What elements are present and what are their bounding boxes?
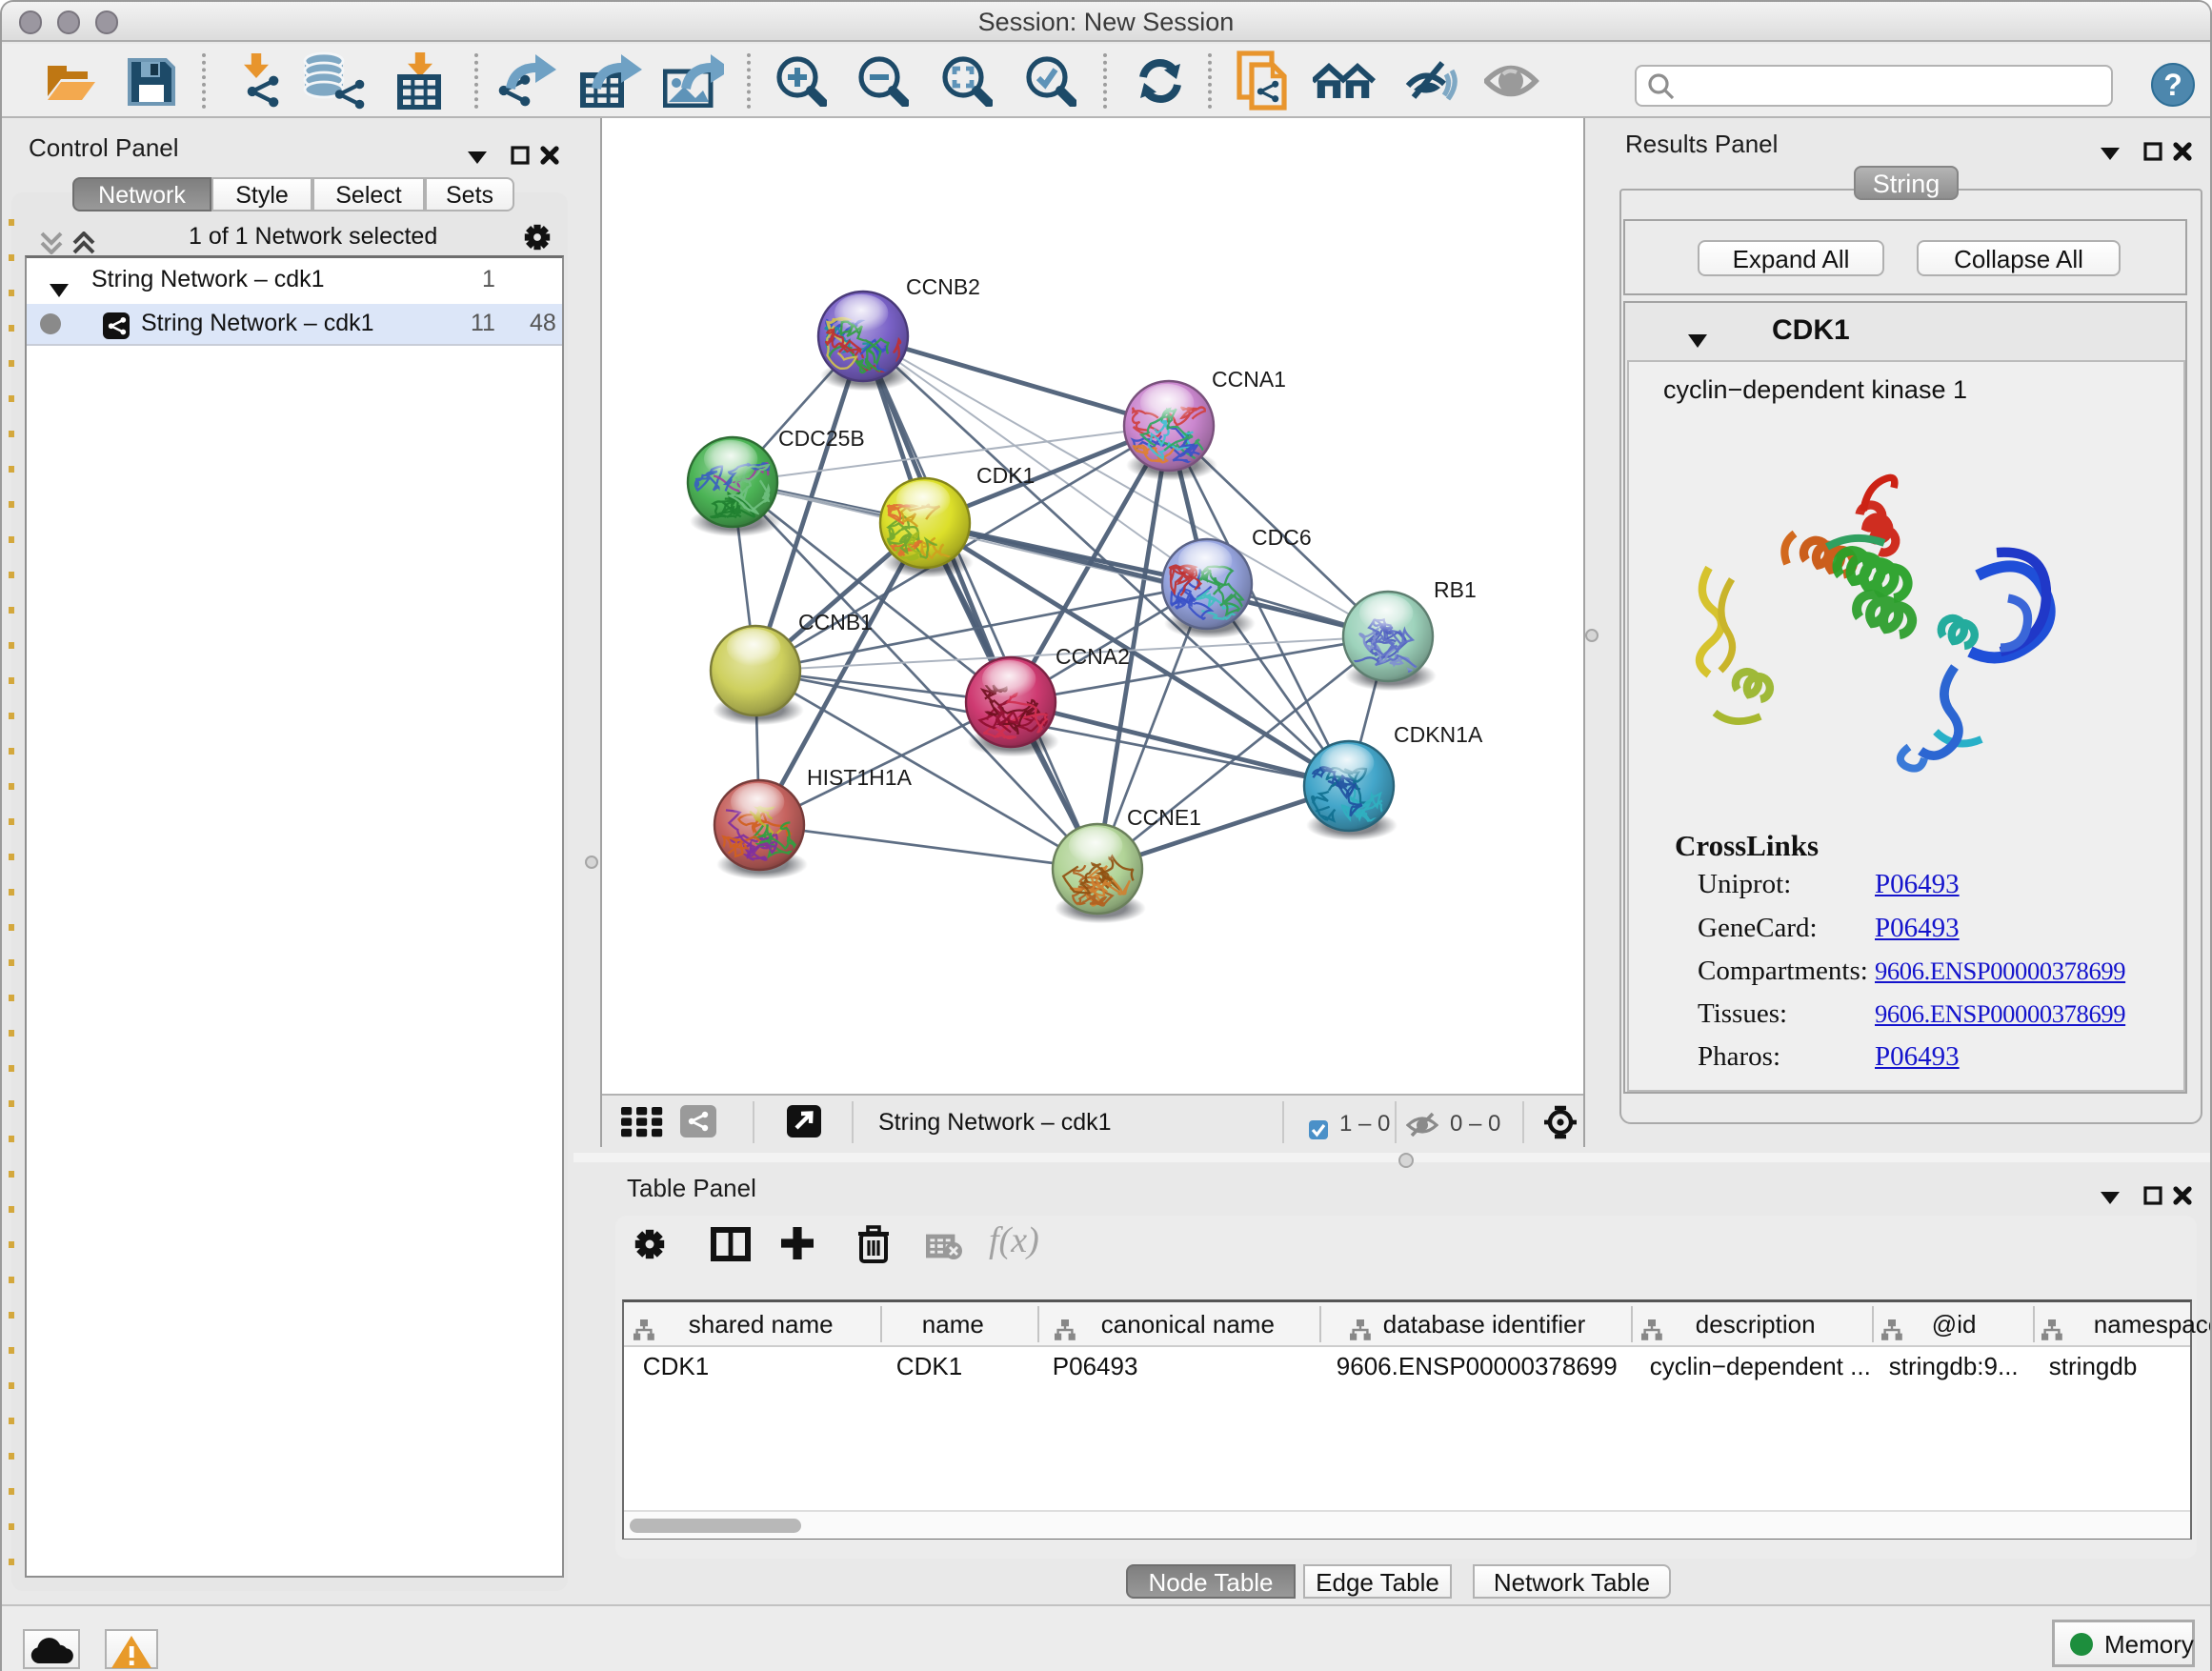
svg-text:CDC25B: CDC25B <box>778 426 865 451</box>
svg-text:CCNB1: CCNB1 <box>798 610 873 634</box>
svg-text:CDK1: CDK1 <box>976 463 1035 488</box>
svg-text:CDC6: CDC6 <box>1252 525 1312 550</box>
svg-text:CCNB2: CCNB2 <box>906 274 980 299</box>
svg-text:?: ? <box>2163 68 2182 102</box>
svg-text:CCNE1: CCNE1 <box>1127 805 1201 830</box>
svg-text:HIST1H1A: HIST1H1A <box>807 765 913 790</box>
svg-text:CDKN1A: CDKN1A <box>1394 722 1483 747</box>
svg-text:RB1: RB1 <box>1434 577 1477 602</box>
svg-text:CCNA2: CCNA2 <box>1056 644 1130 669</box>
svg-text:CCNA1: CCNA1 <box>1212 367 1286 392</box>
